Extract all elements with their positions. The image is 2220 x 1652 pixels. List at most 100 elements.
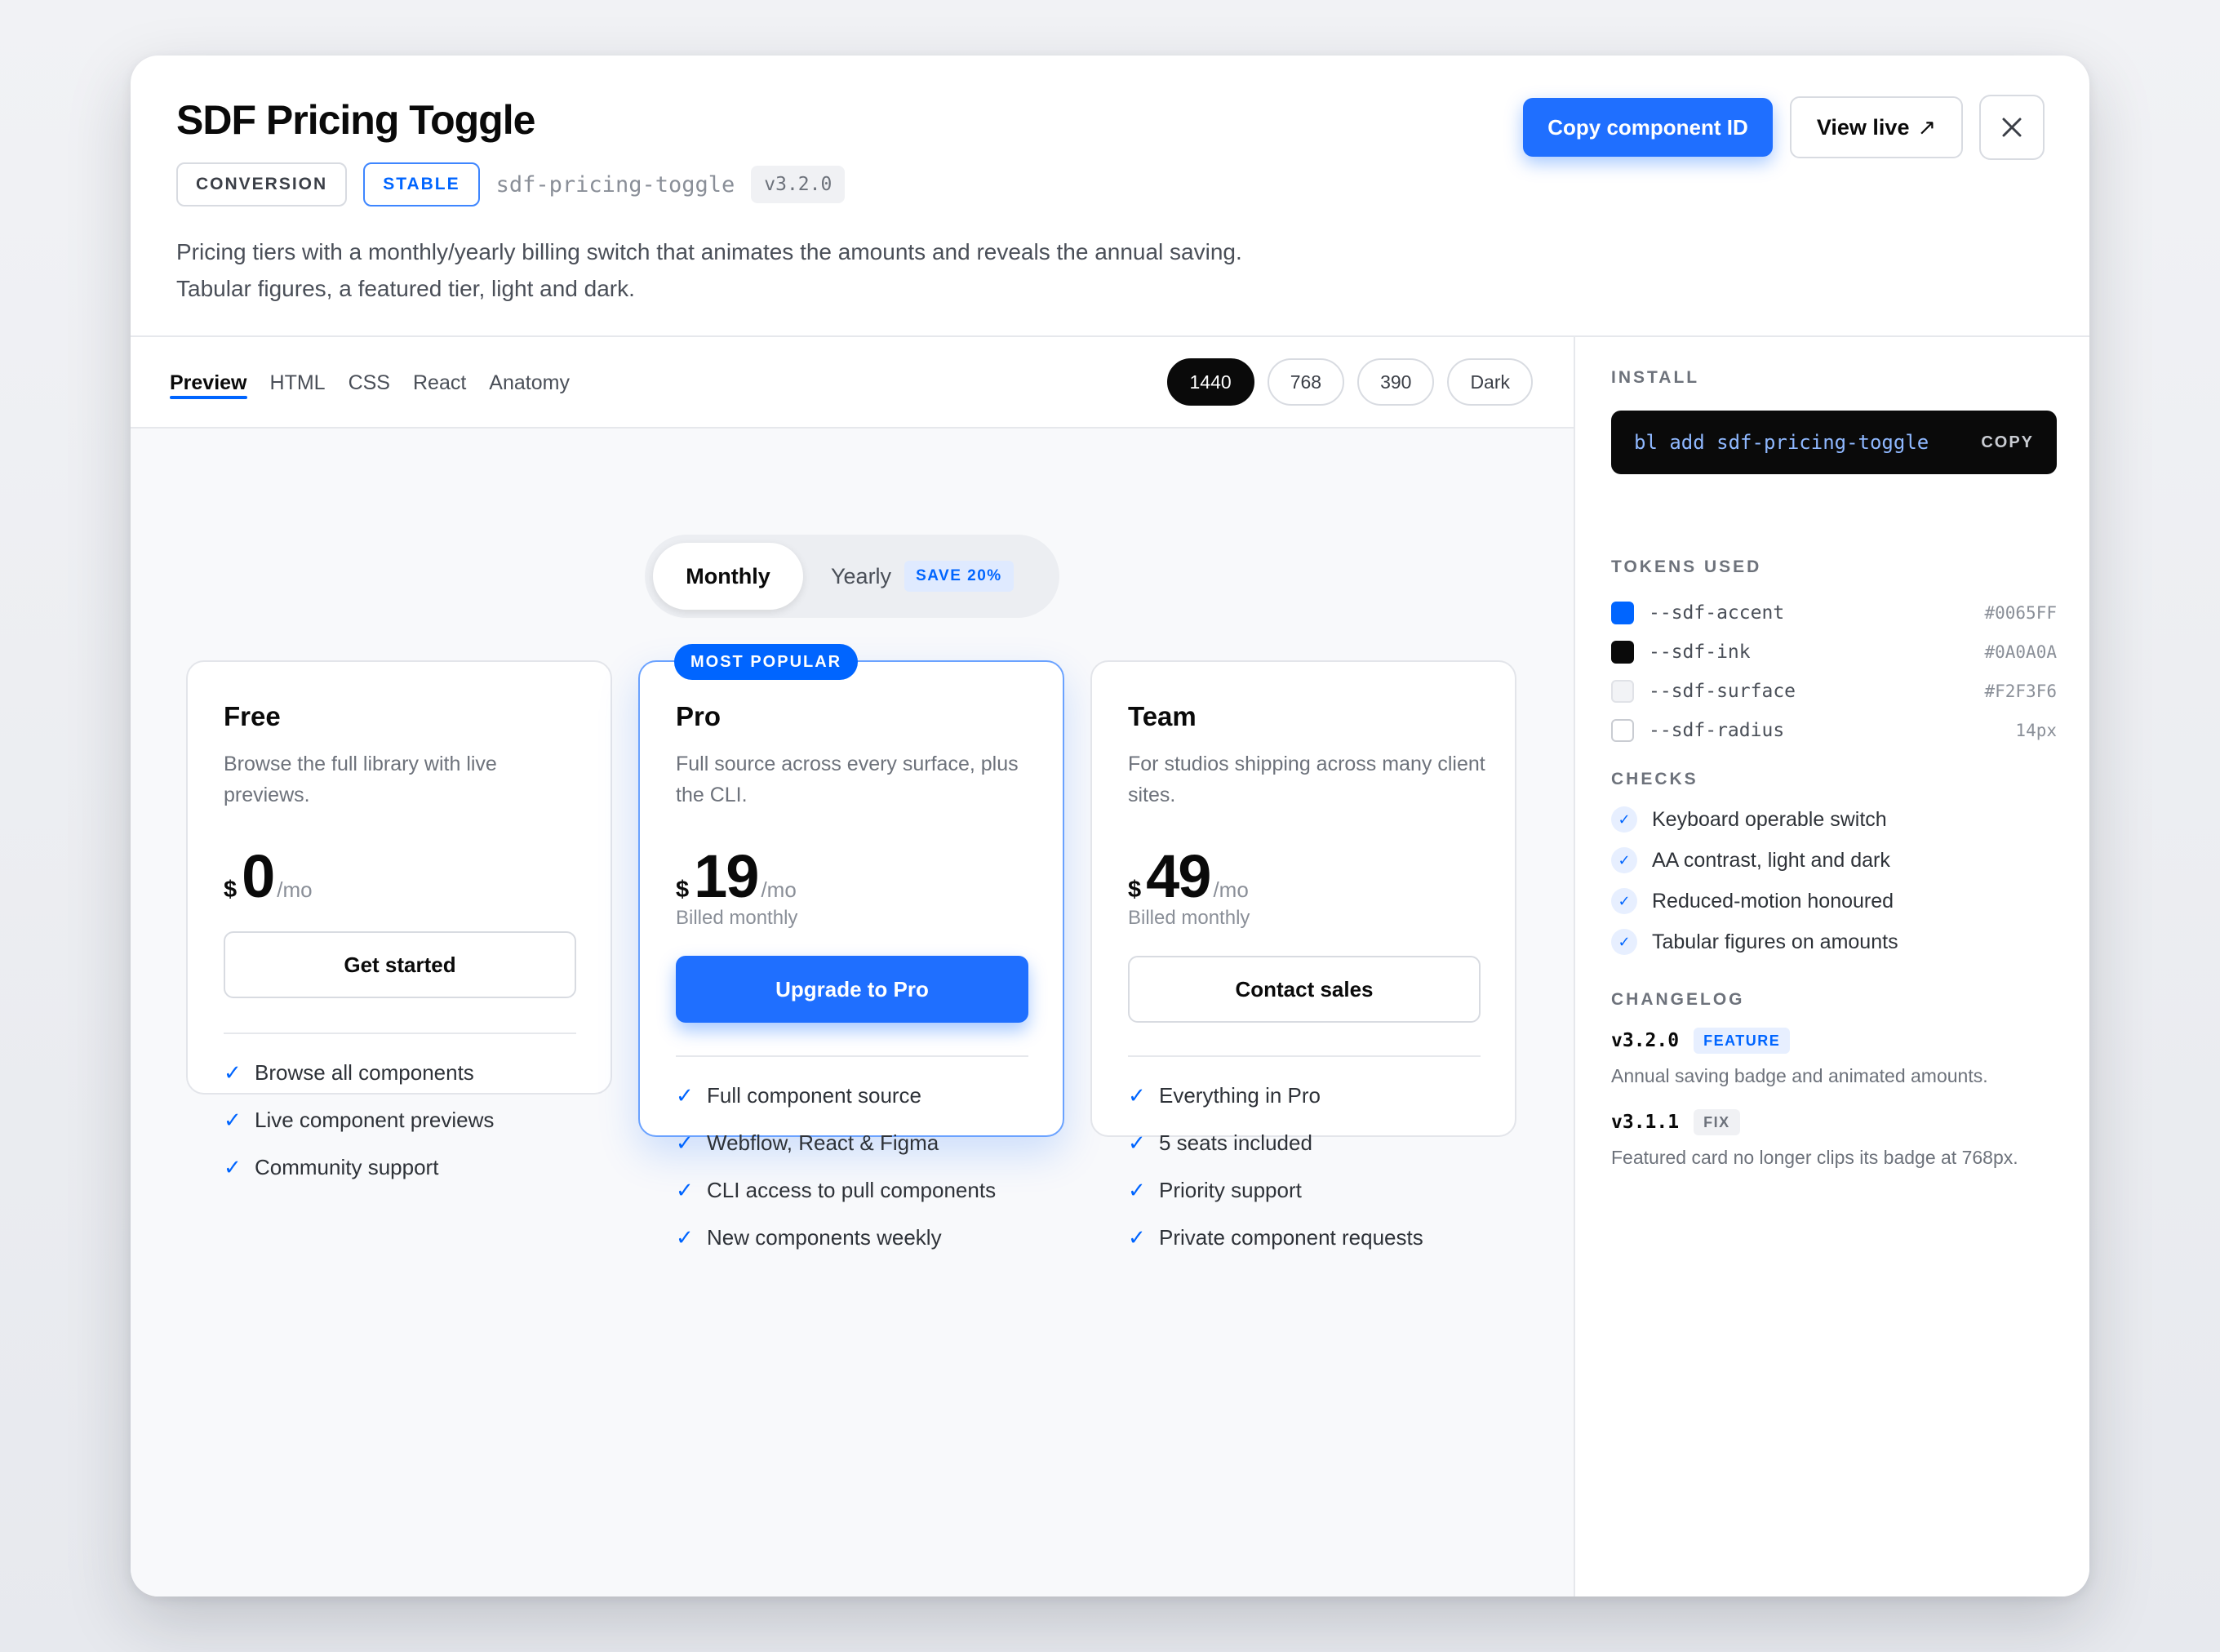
changelog-entry: v3.2.0 FEATURE Annual saving badge and a…: [1611, 1028, 2068, 1087]
copy-install-button[interactable]: COPY: [1981, 433, 2034, 452]
list-item: ✓ Priority support: [1128, 1166, 1423, 1214]
yearly-label: Yearly: [831, 563, 892, 588]
check-icon: ✓: [1611, 806, 1637, 833]
tab-preview[interactable]: Preview: [170, 337, 247, 429]
price-currency: $: [676, 877, 690, 903]
feature-label: Community support: [255, 1154, 439, 1179]
most-popular-badge: MOST POPULAR: [674, 644, 859, 680]
check-icon: ✓: [1128, 1224, 1146, 1250]
viewport-390-button[interactable]: 390: [1357, 358, 1435, 406]
price-period: /mo: [761, 877, 797, 902]
token-value: 14px: [2015, 721, 2057, 740]
component-slug: sdf-pricing-toggle: [495, 171, 735, 198]
check-icon: ✓: [1611, 929, 1637, 955]
install-command-box: bl add sdf-pricing-toggle COPY: [1611, 411, 2057, 474]
feature-list: ✓ Full component source ✓ Webflow, React &…: [676, 1072, 996, 1261]
feature-label: Everything in Pro: [1159, 1082, 1321, 1108]
feature-list: ✓ Browse all components ✓ Live component p…: [224, 1049, 494, 1191]
monthly-option[interactable]: Monthly: [653, 543, 803, 610]
list-item: ✓ New components weekly: [676, 1214, 996, 1261]
changelog-version: v3.1.1: [1611, 1112, 1680, 1133]
tab-html[interactable]: HTML: [270, 337, 326, 429]
list-item: ✓ 5 seats included: [1128, 1119, 1423, 1166]
changelog-version: v3.2.0: [1611, 1030, 1680, 1051]
check-label: Tabular figures on amounts: [1652, 930, 1898, 953]
description-line: Pricing tiers with a monthly/yearly bill…: [176, 239, 1242, 264]
token-name: --sdf-surface: [1649, 681, 1796, 702]
install-command[interactable]: bl add sdf-pricing-toggle: [1634, 431, 1929, 454]
token-row: --sdf-radius 14px: [1611, 711, 2057, 750]
feature-label: Live component previews: [255, 1107, 495, 1132]
plan-price: $ 0 /mo: [224, 842, 313, 911]
plan-name: Free: [224, 701, 281, 731]
divider: [676, 1055, 1028, 1057]
tab-anatomy[interactable]: Anatomy: [489, 337, 570, 429]
checks-list: ✓ Keyboard operable switch ✓ AA contrast, …: [1611, 799, 1898, 962]
check-label: Keyboard operable switch: [1652, 807, 1887, 831]
feature-label: Priority support: [1159, 1177, 1302, 1202]
feature-label: 5 seats included: [1159, 1130, 1312, 1155]
divider: [1128, 1055, 1481, 1057]
preview-panel: Preview HTML CSS React Anatomy 1440 768 …: [131, 337, 1574, 1596]
price-period: /mo: [1213, 877, 1249, 902]
color-swatch: [1611, 602, 1634, 624]
check-icon: ✓: [224, 1059, 242, 1085]
check-icon: ✓: [676, 1224, 694, 1250]
list-item: ✓ Webflow, React & Figma: [676, 1119, 996, 1166]
dark-mode-button[interactable]: Dark: [1447, 358, 1533, 406]
feature-label: Private component requests: [1159, 1224, 1423, 1250]
check-icon: ✓: [1611, 888, 1637, 914]
viewport-1440-button[interactable]: 1440: [1166, 358, 1254, 406]
plan-name: Team: [1128, 701, 1197, 731]
changelog-heading: CHANGELOG: [1611, 990, 1745, 1009]
feature-label: New components weekly: [707, 1224, 942, 1250]
check-icon: ✓: [676, 1177, 694, 1202]
billing-toggle: Monthly Yearly SAVE 20%: [645, 535, 1059, 618]
page-title: SDF Pricing Toggle: [176, 97, 535, 143]
token-name: --sdf-radius: [1649, 720, 1785, 741]
tab-react[interactable]: React: [413, 337, 466, 429]
list-item: ✓ AA contrast, light and dark: [1611, 840, 1898, 881]
category-chip: CONVERSION: [176, 162, 348, 206]
check-icon: ✓: [1128, 1177, 1146, 1202]
yearly-option[interactable]: Yearly SAVE 20%: [831, 543, 1014, 610]
changelog-text: Annual saving badge and animated amounts…: [1611, 1065, 1988, 1086]
tab-css[interactable]: CSS: [349, 337, 390, 429]
list-item: ✓ Live component previews: [224, 1096, 494, 1144]
plan-card-pro: MOST POPULAR Pro Full source across ever…: [638, 644, 1064, 1250]
view-live-label: View live: [1816, 114, 1910, 140]
price-amount: 0: [242, 842, 275, 910]
install-heading: INSTALL: [1611, 368, 1700, 387]
contact-sales-button[interactable]: Contact sales: [1128, 956, 1481, 1023]
feature-list: ✓ Everything in Pro ✓ 5 seats included ✓ Pr…: [1128, 1072, 1423, 1261]
feature-label: CLI access to pull components: [707, 1177, 997, 1202]
tab-bar: Preview HTML CSS React Anatomy 1440 768 …: [131, 337, 1574, 429]
upgrade-to-pro-button[interactable]: Upgrade to Pro: [676, 956, 1028, 1023]
plan-description: For studios shipping across many client …: [1128, 753, 1485, 806]
list-item: ✓ Private component requests: [1128, 1214, 1423, 1261]
external-link-icon: ↗: [1917, 114, 1937, 140]
viewport-switcher: 1440 768 390 Dark: [1166, 358, 1533, 406]
token-row: --sdf-surface #F2F3F6: [1611, 672, 2057, 711]
plan-price: $ 19 /mo: [676, 842, 797, 911]
list-item: ✓ CLI access to pull components: [676, 1166, 996, 1214]
copy-component-id-button[interactable]: Copy component ID: [1523, 98, 1773, 157]
token-list: --sdf-accent #0065FF --sdf-ink #0A0A0A -…: [1611, 593, 2057, 750]
plan-card-free: Free Browse the full library with live p…: [186, 660, 612, 1179]
viewport-768-button[interactable]: 768: [1267, 358, 1345, 406]
token-value: #0A0A0A: [1984, 642, 2057, 662]
component-description: Pricing tiers with a monthly/yearly bill…: [176, 233, 1242, 307]
changelog-head: v3.2.0 FEATURE: [1611, 1028, 2068, 1054]
version-badge: v3.2.0: [751, 166, 846, 203]
close-button[interactable]: [1979, 95, 2045, 160]
tokens-heading: TOKENS USED: [1611, 557, 1762, 576]
details-sidebar: INSTALL bl add sdf-pricing-toggle COPY T…: [1574, 337, 2089, 1596]
check-icon: ✓: [676, 1082, 694, 1108]
token-value: #0065FF: [1984, 603, 2057, 623]
list-item: ✓ Browse all components: [224, 1049, 494, 1096]
price-currency: $: [1128, 877, 1142, 903]
color-swatch: [1611, 641, 1634, 664]
feature-label: Full component source: [707, 1082, 922, 1108]
view-live-button[interactable]: View live ↗: [1790, 96, 1963, 158]
get-started-button[interactable]: Get started: [224, 931, 576, 998]
